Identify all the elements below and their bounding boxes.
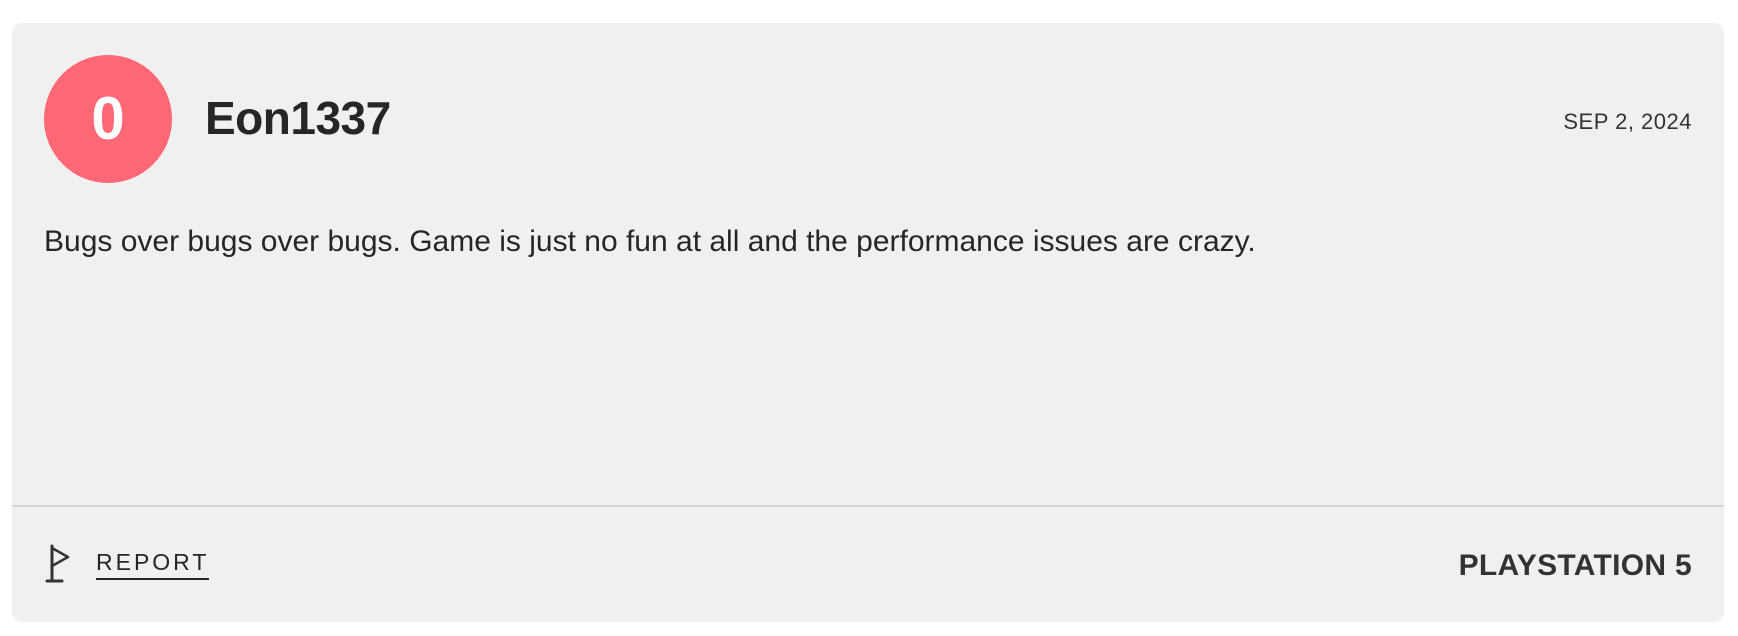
review-footer: REPORT PLAYSTATION 5	[44, 543, 1692, 593]
report-button[interactable]: REPORT	[44, 543, 210, 587]
review-date: SEP 2, 2024	[1563, 109, 1692, 134]
reviewer-username[interactable]: Eon1337	[205, 93, 391, 144]
score-badge: 0	[44, 55, 172, 183]
platform-label: PLAYSTATION 5	[1458, 549, 1692, 582]
review-card: 0 Eon1337 SEP 2, 2024 Bugs over bugs ove…	[12, 23, 1724, 622]
review-text: Bugs over bugs over bugs. Game is just n…	[44, 225, 1256, 258]
divider	[12, 505, 1724, 507]
flag-icon	[44, 543, 74, 587]
review-header: 0 Eon1337 SEP 2, 2024	[44, 55, 1692, 185]
report-label[interactable]: REPORT	[96, 550, 210, 580]
